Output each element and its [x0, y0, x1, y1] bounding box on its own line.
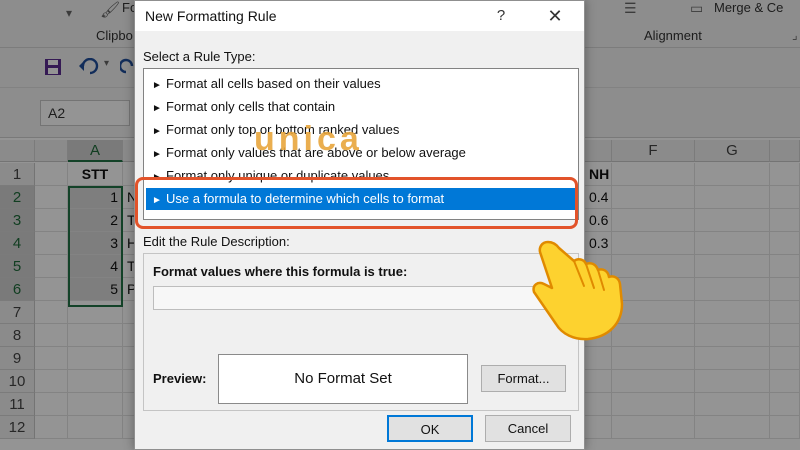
rule-type-label: Format only unique or duplicate values	[166, 168, 390, 183]
rule-type-label: Format only cells that contain	[166, 99, 336, 114]
arrow-icon: ►	[152, 126, 162, 137]
rule-type-label: Use a formula to determine which cells t…	[166, 191, 445, 206]
rule-description-panel: Format values where this formula is true…	[143, 253, 579, 411]
range-picker-icon[interactable]: ↑	[542, 289, 558, 305]
dialog-titlebar[interactable]: New Formatting Rule ? ✕	[135, 1, 584, 31]
ok-button[interactable]: OK	[387, 415, 473, 442]
unica-watermark-logo: unica	[254, 120, 363, 158]
preview-label: Preview:	[153, 371, 207, 386]
close-button[interactable]: ✕	[543, 5, 567, 27]
rule-type-label: Format all cells based on their values	[166, 76, 381, 91]
new-formatting-rule-dialog: New Formatting Rule ? ✕ Select a Rule Ty…	[134, 0, 585, 450]
rule-type-item[interactable]: ► Format only unique or duplicate values	[146, 165, 576, 187]
help-button[interactable]: ?	[491, 5, 511, 27]
format-button[interactable]: Format...	[481, 365, 566, 392]
preview-box: No Format Set	[218, 354, 468, 404]
edit-rule-description-label: Edit the Rule Description:	[143, 234, 290, 249]
formula-input[interactable]	[153, 286, 571, 310]
arrow-icon: ►	[152, 195, 162, 206]
rule-type-item[interactable]: ► Format all cells based on their values	[146, 73, 576, 95]
arrow-icon: ►	[152, 103, 162, 114]
arrow-icon: ►	[152, 80, 162, 91]
rule-type-item[interactable]: ► Format only cells that contain	[146, 96, 576, 118]
arrow-icon: ►	[152, 149, 162, 160]
formula-label: Format values where this formula is true…	[153, 264, 408, 279]
select-rule-type-label: Select a Rule Type:	[143, 49, 256, 64]
rule-type-item[interactable]: ► Use a formula to determine which cells …	[146, 188, 576, 210]
dialog-title: New Formatting Rule	[145, 8, 277, 24]
cancel-button[interactable]: Cancel	[485, 415, 571, 442]
arrow-icon: ►	[152, 172, 162, 183]
